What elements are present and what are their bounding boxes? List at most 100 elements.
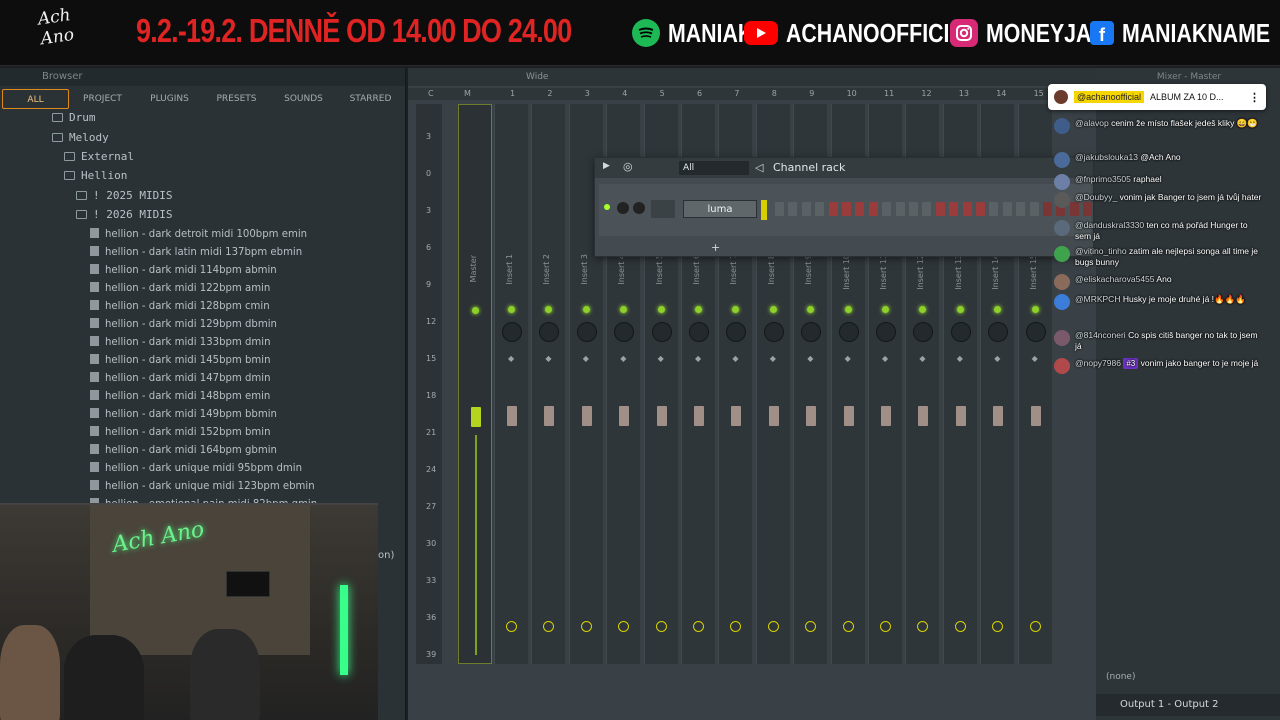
file-item[interactable]: hellion - dark unique midi 123bpm ebmin — [90, 476, 333, 494]
volume-fader[interactable] — [843, 406, 854, 426]
more-options-icon[interactable]: ⋮ — [1249, 91, 1260, 104]
strip-led[interactable] — [695, 306, 702, 313]
volume-fader[interactable] — [731, 406, 742, 426]
step-button[interactable] — [788, 202, 798, 216]
insert-strip[interactable]: Insert 2 ◆ — [531, 104, 566, 664]
tab-all[interactable]: ALL — [2, 89, 69, 109]
volume-fader[interactable] — [881, 406, 891, 426]
pan-knob[interactable] — [614, 322, 635, 342]
volume-fader[interactable] — [768, 406, 779, 426]
folder-2026-midis[interactable]: ! 2026 MIDIS — [76, 205, 172, 223]
file-item[interactable]: hellion - dark midi 128bpm cmin — [90, 296, 284, 314]
pan-knob[interactable] — [576, 322, 597, 342]
fx-slot-icon[interactable] — [618, 621, 630, 632]
folder-2025-midis[interactable]: ! 2025 MIDIS — [76, 186, 172, 204]
channel-luma-button[interactable]: luma — [683, 200, 757, 218]
strip-led[interactable] — [508, 306, 515, 313]
file-item[interactable]: hellion - dark unique midi 95bpm dmin — [90, 458, 319, 476]
volume-fader[interactable] — [471, 407, 481, 427]
pan-knob[interactable] — [950, 322, 971, 342]
file-item[interactable]: hellion - dark midi 122bpm amin — [90, 278, 285, 296]
volume-fader[interactable] — [694, 406, 704, 426]
fx-slot-icon[interactable] — [693, 621, 704, 632]
tab-starred[interactable]: STARRED — [337, 89, 404, 109]
pan-knob[interactable] — [913, 322, 934, 342]
step-button[interactable] — [1002, 202, 1012, 216]
fx-slot-icon[interactable] — [805, 621, 817, 632]
pan-knob[interactable] — [1025, 322, 1046, 342]
route-arrows-icon[interactable]: ◆ — [695, 354, 701, 363]
step-button[interactable] — [989, 202, 999, 216]
tab-sounds[interactable]: SOUNDS — [270, 89, 337, 109]
route-arrows-icon[interactable]: ◆ — [807, 354, 813, 363]
input-none-label[interactable]: (none) — [1106, 672, 1135, 682]
file-item[interactable]: hellion - dark latin midi 137bpm ebmin — [90, 242, 319, 260]
step-button[interactable] — [976, 202, 985, 216]
fx-slot-icon[interactable] — [880, 621, 891, 632]
volume-fader[interactable] — [806, 406, 817, 426]
file-item[interactable]: hellion - dark midi 114bpm abmin — [90, 260, 292, 278]
folder-melody[interactable]: Melody — [52, 128, 109, 146]
step-button[interactable] — [1016, 202, 1026, 216]
fx-slot-icon[interactable] — [580, 621, 592, 632]
target-icon[interactable]: ◎ — [623, 160, 633, 173]
strip-led[interactable] — [769, 306, 777, 313]
pan-knob[interactable] — [876, 322, 896, 342]
step-button[interactable] — [895, 202, 905, 216]
fx-slot-icon[interactable] — [767, 621, 779, 632]
pan-knob[interactable] — [838, 322, 859, 342]
file-item[interactable]: hellion - dark midi 152bpm bmin — [90, 422, 285, 440]
strip-led[interactable] — [844, 306, 852, 313]
route-arrows-icon[interactable]: ◆ — [545, 354, 551, 363]
channel-select-indicator[interactable] — [761, 200, 767, 220]
route-arrows-icon[interactable]: ◆ — [957, 354, 963, 363]
pan-knob[interactable] — [988, 322, 1009, 342]
volume-knob[interactable] — [617, 202, 629, 214]
fx-slot-icon[interactable] — [543, 621, 555, 632]
pan-knob[interactable] — [539, 322, 560, 342]
strip-led[interactable] — [994, 306, 1002, 313]
volume-fader[interactable] — [918, 406, 929, 426]
folder-hellion[interactable]: Hellion — [64, 166, 127, 184]
pan-knob[interactable] — [689, 322, 709, 342]
file-item[interactable]: hellion - dark midi 148bpm emin — [90, 386, 285, 404]
step-button[interactable] — [935, 202, 945, 216]
file-item[interactable]: hellion - dark midi 164bpm gbmin — [90, 440, 292, 458]
step-button[interactable] — [842, 202, 851, 216]
route-arrows-icon[interactable]: ◆ — [620, 354, 626, 363]
pan-knob[interactable] — [651, 322, 672, 342]
master-strip[interactable]: Master — [458, 104, 492, 664]
step-button[interactable] — [909, 202, 918, 216]
pan-knob[interactable] — [726, 322, 747, 342]
volume-fader[interactable] — [955, 406, 966, 426]
route-arrows-icon[interactable]: ◆ — [1032, 354, 1038, 363]
route-arrows-icon[interactable]: ◆ — [508, 354, 514, 363]
fx-slot-icon[interactable] — [917, 621, 929, 632]
fx-slot-icon[interactable] — [954, 621, 966, 632]
tab-project[interactable]: PROJECT — [69, 89, 136, 109]
route-arrows-icon[interactable]: ◆ — [919, 354, 925, 363]
insert-strip[interactable]: Insert 1 ◆ — [494, 104, 528, 664]
strip-led[interactable] — [472, 307, 479, 314]
tab-plugins[interactable]: PLUGINS — [136, 89, 203, 109]
fx-slot-icon[interactable] — [506, 621, 517, 632]
step-button[interactable] — [775, 202, 784, 216]
step-button[interactable] — [962, 202, 972, 216]
route-arrows-icon[interactable]: ◆ — [770, 354, 776, 363]
file-item[interactable]: hellion - dark midi 129bpm dbmin — [90, 314, 292, 332]
step-button[interactable] — [828, 202, 838, 216]
route-arrows-icon[interactable]: ◆ — [845, 354, 851, 363]
volume-fader[interactable] — [1030, 406, 1041, 426]
step-button[interactable] — [868, 202, 878, 216]
channel-filter-select[interactable]: All — [679, 161, 749, 175]
strip-led[interactable] — [1031, 306, 1039, 313]
step-button[interactable] — [882, 202, 892, 216]
step-button[interactable] — [801, 202, 811, 216]
volume-fader[interactable] — [619, 406, 630, 426]
strip-led[interactable] — [882, 306, 889, 313]
folder-drum[interactable]: Drum — [52, 108, 96, 126]
step-button[interactable] — [1029, 202, 1039, 216]
strip-led[interactable] — [956, 306, 964, 313]
file-item[interactable]: hellion - dark detroit midi 100bpm emin — [90, 224, 325, 242]
file-item[interactable]: hellion - dark midi 145bpm bmin — [90, 350, 285, 368]
